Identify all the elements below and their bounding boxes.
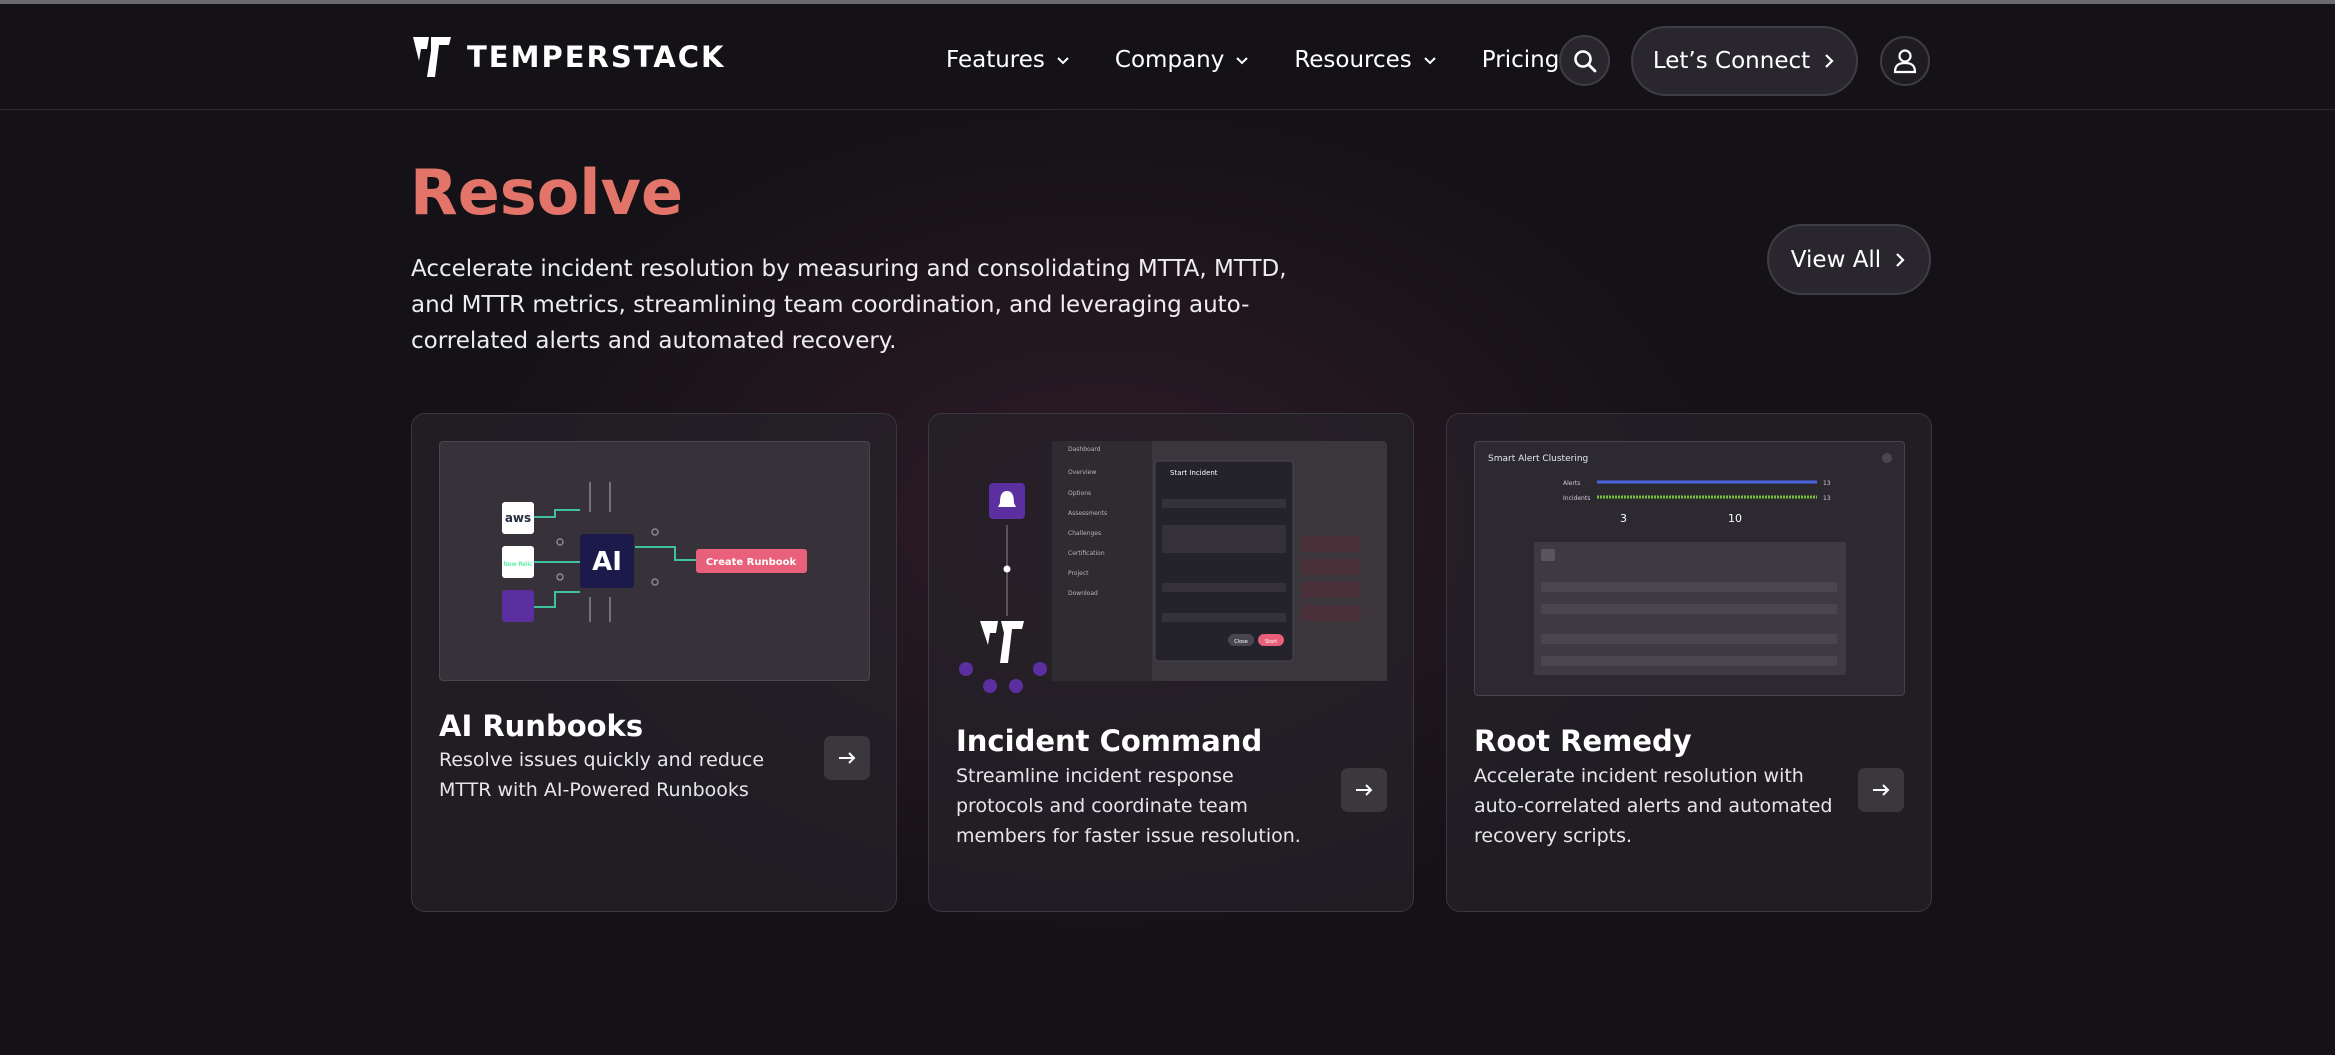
- nav-item-company[interactable]: Company: [1115, 47, 1250, 73]
- view-all-label: View All: [1790, 246, 1882, 273]
- feature-card-root-remedy[interactable]: Smart Alert Clustering Alerts 13 Inciden…: [1446, 413, 1932, 912]
- chevron-down-icon: [1057, 57, 1069, 65]
- brand-name: TEMPERSTACK: [467, 40, 726, 74]
- ai-label: AI: [592, 547, 622, 577]
- nav-item-label: Resources: [1294, 47, 1412, 73]
- svg-text:Start: Start: [1265, 639, 1277, 645]
- svg-text:Download: Download: [1068, 590, 1098, 597]
- root-remedy-illustration: Smart Alert Clustering Alerts 13 Inciden…: [1474, 441, 1905, 696]
- user-account-button[interactable]: [1880, 36, 1930, 86]
- svg-text:Overview: Overview: [1068, 469, 1096, 476]
- chevron-right-icon: [1825, 54, 1834, 68]
- feature-card-ai-runbooks[interactable]: aws New Relic AI Create Runbook AI Runbo…: [411, 413, 897, 912]
- chevron-right-icon: [1896, 252, 1905, 267]
- search-button[interactable]: [1559, 35, 1610, 86]
- purple-integration-icon: [502, 590, 534, 622]
- nav-item-label: Pricing: [1481, 47, 1560, 73]
- svg-text:Project: Project: [1068, 570, 1089, 577]
- nav-item-features[interactable]: Features: [946, 47, 1071, 73]
- svg-text:13: 13: [1823, 480, 1831, 487]
- top-navbar: TEMPERSTACK Features Company Resources P…: [0, 4, 2335, 110]
- svg-text:Challenges: Challenges: [1068, 530, 1101, 537]
- view-all-button[interactable]: View All: [1767, 224, 1931, 295]
- arrow-right-icon: [839, 752, 856, 764]
- svg-text:Alerts: Alerts: [1563, 480, 1580, 487]
- card-arrow-button[interactable]: [1341, 768, 1387, 812]
- card-title: AI Runbooks: [439, 709, 644, 743]
- feature-card-incident-command[interactable]: Dashboard Overview Options Assessments C…: [928, 413, 1414, 912]
- ai-runbooks-illustration: aws New Relic AI Create Runbook: [439, 441, 870, 681]
- nav-item-resources[interactable]: Resources: [1294, 47, 1437, 73]
- svg-text:Assessments: Assessments: [1068, 510, 1107, 517]
- card-title: Root Remedy: [1474, 724, 1692, 758]
- section-title: Resolve: [410, 156, 684, 229]
- nav-item-label: Features: [946, 47, 1045, 73]
- card-arrow-button[interactable]: [1858, 768, 1904, 812]
- nav-item-pricing[interactable]: Pricing: [1482, 47, 1560, 73]
- card-description: Accelerate incident resolution with auto…: [1474, 765, 1833, 847]
- create-runbook-label: Create Runbook: [706, 557, 797, 568]
- svg-text:Start Incident: Start Incident: [1170, 469, 1218, 477]
- card-arrow-button[interactable]: [824, 736, 870, 780]
- svg-text:10: 10: [1728, 512, 1742, 525]
- user-icon: [1893, 49, 1917, 74]
- aws-label: aws: [505, 511, 531, 525]
- section-description: Accelerate incident resolution by measur…: [411, 256, 1287, 354]
- incident-command-illustration: Dashboard Overview Options Assessments C…: [956, 441, 1387, 701]
- arrow-right-icon: [1873, 784, 1890, 796]
- chevron-down-icon: [1424, 57, 1436, 65]
- temperstack-logo-icon: [413, 37, 451, 77]
- card-description: Streamline incident response protocols a…: [956, 765, 1301, 847]
- svg-text:Close: Close: [1234, 639, 1248, 645]
- svg-text:Incidents: Incidents: [1563, 495, 1590, 502]
- search-icon: [1573, 49, 1596, 72]
- arrow-right-icon: [1356, 784, 1373, 796]
- svg-text:3: 3: [1620, 512, 1627, 525]
- newrelic-label: New Relic: [503, 561, 532, 568]
- card-title: Incident Command: [956, 724, 1263, 758]
- nav-item-label: Company: [1114, 47, 1225, 73]
- main-nav: Features Company Resources Pricing: [946, 40, 1603, 80]
- svg-text:13: 13: [1823, 495, 1831, 502]
- svg-text:Certification: Certification: [1068, 550, 1105, 557]
- card-description: Resolve issues quickly and reduce MTTR w…: [439, 749, 765, 801]
- svg-text:Dashboard: Dashboard: [1068, 446, 1101, 453]
- chevron-down-icon: [1236, 57, 1249, 65]
- svg-text:Smart Alert Clustering: Smart Alert Clustering: [1488, 454, 1588, 464]
- brand-logo[interactable]: TEMPERSTACK: [411, 35, 725, 79]
- svg-text:Options: Options: [1068, 490, 1091, 497]
- lets-connect-button[interactable]: Let’s Connect: [1631, 26, 1858, 96]
- lets-connect-label: Let’s Connect: [1652, 48, 1811, 74]
